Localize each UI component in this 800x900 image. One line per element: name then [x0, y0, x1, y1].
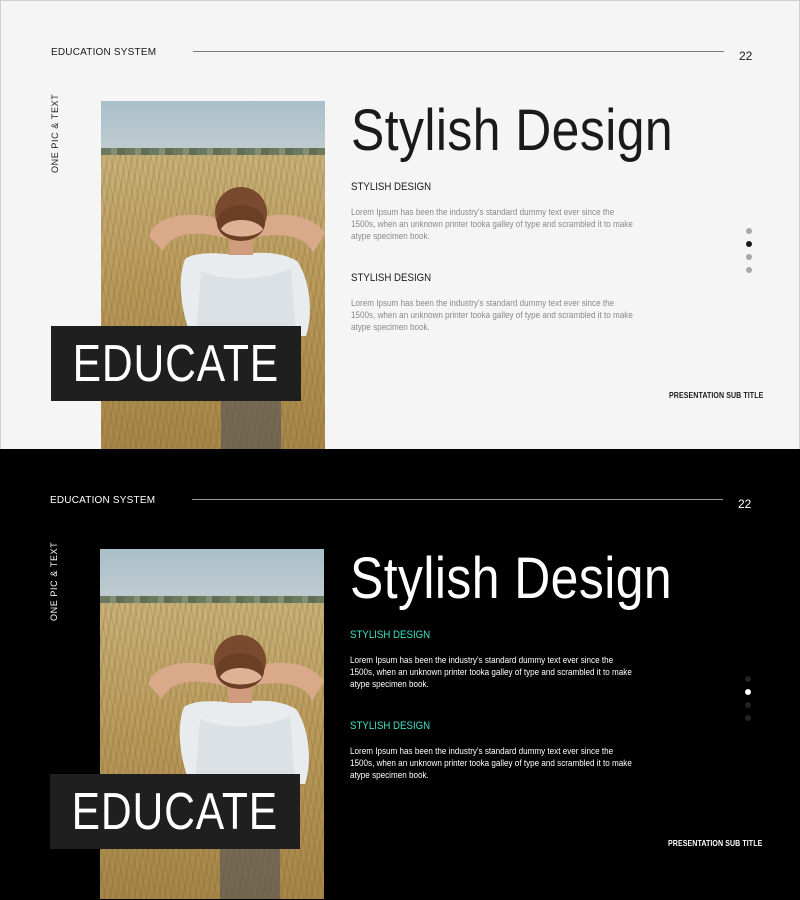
- pagination-dot[interactable]: [745, 715, 751, 721]
- page-number: 22: [739, 49, 753, 63]
- presentation-subtitle: PRESENTATION SUB TITLE: [668, 839, 763, 848]
- section-heading: STYLISH DESIGN: [350, 720, 431, 732]
- brand-label: EDUCATION SYSTEM: [50, 494, 156, 507]
- top-divider: [192, 499, 723, 500]
- section-body: Lorem Ipsum has been the industry's stan…: [350, 746, 632, 780]
- section-heading: STYLISH DESIGN: [350, 629, 431, 641]
- pagination-dot-active[interactable]: [745, 689, 751, 695]
- pagination-dot[interactable]: [746, 228, 752, 234]
- pagination-dot[interactable]: [745, 702, 751, 708]
- vertical-section-label: ONE PIC & TEXT: [49, 541, 59, 621]
- slide-light: EDUCATION SYSTEM 22 ONE PIC & TEXT EDUCA…: [0, 0, 800, 449]
- headline: Stylish Design: [350, 546, 673, 611]
- top-divider: [193, 51, 724, 52]
- section-body: Lorem Ipsum has been the industry's stan…: [350, 655, 632, 689]
- section-heading: STYLISH DESIGN: [351, 272, 432, 284]
- presentation-subtitle: PRESENTATION SUB TITLE: [669, 391, 764, 400]
- section-heading: STYLISH DESIGN: [351, 181, 432, 193]
- pagination-dot-active[interactable]: [746, 241, 752, 247]
- educate-overlay-box: EDUCATE: [51, 326, 301, 401]
- educate-overlay-box: EDUCATE: [50, 774, 300, 849]
- vertical-section-label: ONE PIC & TEXT: [50, 93, 60, 173]
- brand-label: EDUCATION SYSTEM: [51, 46, 157, 59]
- slide-pagination-dots[interactable]: [746, 228, 752, 280]
- pagination-dot[interactable]: [745, 676, 751, 682]
- pagination-dot[interactable]: [746, 254, 752, 260]
- educate-overlay-text: EDUCATE: [72, 334, 280, 393]
- section-body: Lorem Ipsum has been the industry's stan…: [351, 207, 633, 241]
- slide-dark: EDUCATION SYSTEM 22 ONE PIC & TEXT EDUCA…: [0, 449, 800, 900]
- slide-pagination-dots[interactable]: [745, 676, 751, 728]
- page-number: 22: [738, 497, 752, 511]
- headline: Stylish Design: [351, 98, 674, 163]
- educate-overlay-text: EDUCATE: [71, 782, 279, 841]
- section-body: Lorem Ipsum has been the industry's stan…: [351, 298, 633, 332]
- pagination-dot[interactable]: [746, 267, 752, 273]
